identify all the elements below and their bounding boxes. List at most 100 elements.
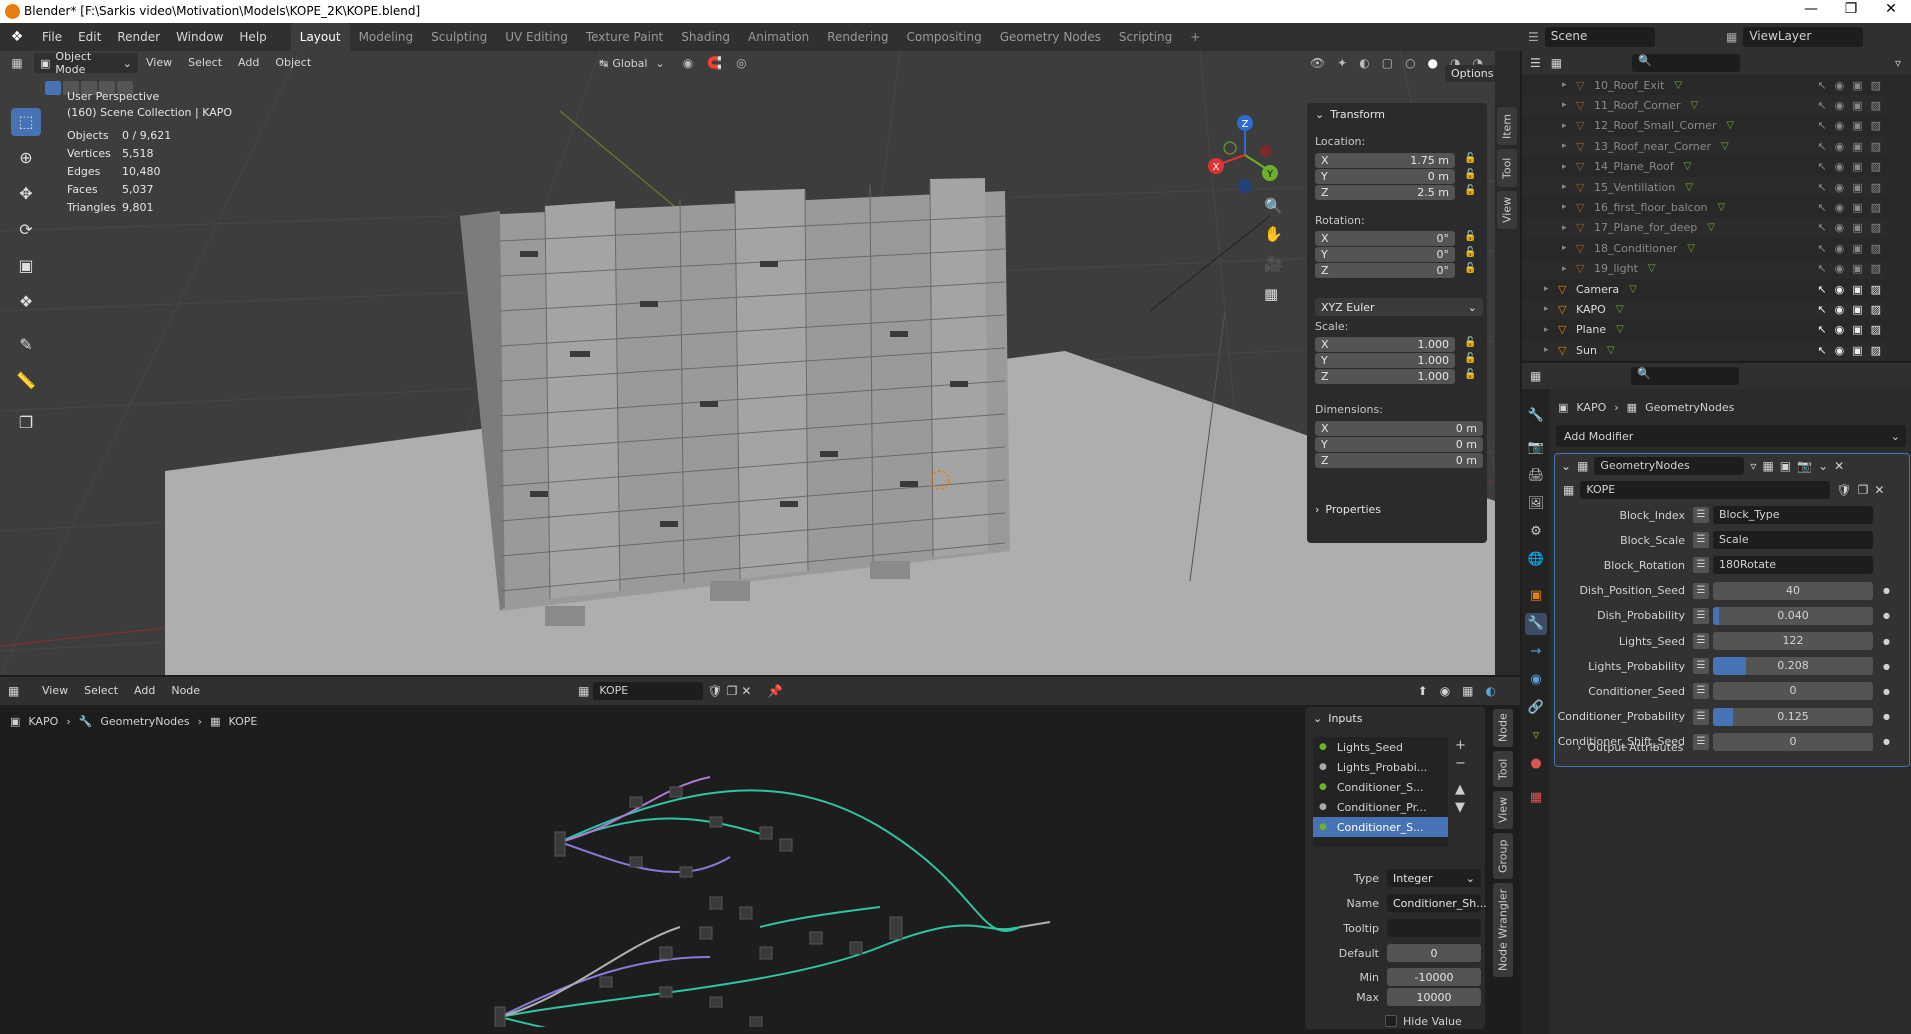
expand-arrow-icon[interactable]: ▸ [1544,345,1558,355]
outliner-item[interactable]: ▸ ▽ 15_Ventillation ▽ ↖ ◉ ▣ ▨ [1522,177,1887,197]
lock-icon[interactable]: 🔓 [1464,185,1476,196]
outliner-item[interactable]: ▸ ▽ 14_Plane_Roof ▽ ↖ ◉ ▣ ▨ [1522,157,1887,177]
viewport-display-icon[interactable]: ▣ [1852,119,1862,132]
dimensions-x-field[interactable]: X 0 m [1315,421,1483,436]
group-input-item[interactable]: ● Conditioner_Pr... [1313,797,1448,817]
visibility-icon[interactable]: ◉ [1835,99,1845,112]
menu-file[interactable]: File [34,23,70,51]
scene-name[interactable]: Scene [1544,27,1655,47]
expand-arrow-icon[interactable]: ▸ [1562,223,1576,233]
keyframe-dot-icon[interactable]: ● [1883,662,1890,671]
select-new-icon[interactable] [45,81,61,95]
rotation-x-field[interactable]: X 0° [1315,231,1455,246]
render-camera-icon[interactable]: ▨ [1871,181,1881,194]
view-layer-name[interactable]: ViewLayer [1743,27,1864,47]
render-toggle-icon[interactable]: 📷 [1797,459,1812,473]
menu-help[interactable]: Help [231,23,274,51]
tab-sculpting[interactable]: Sculpting [422,23,496,51]
visibility-icon[interactable]: ◉ [1835,242,1845,255]
render-camera-icon[interactable]: ▨ [1871,99,1881,112]
ortho-grid-icon[interactable]: ▦ [1264,285,1278,303]
viewport-menu-view[interactable]: View [138,51,180,75]
render-camera-icon[interactable]: ▨ [1871,160,1881,173]
outliner-item[interactable]: ▸ ▽ 11_Roof_Corner ▽ ↖ ◉ ▣ ▨ [1522,95,1887,116]
fake-user-icon[interactable]: 🛡 [707,684,722,698]
outliner-item[interactable]: ▸ ▽ 19_light ▽ ↖ ◉ ▣ ▨ [1522,258,1887,279]
outliner-item[interactable]: ▸ ▽ Plane ▽ ↖ ◉ ▣ ▨ [1522,320,1887,340]
selectable-icon[interactable]: ↖ [1817,262,1826,275]
selectable-icon[interactable]: ↖ [1817,221,1826,234]
selectable-icon[interactable]: ↖ [1817,160,1826,173]
input-value-field[interactable]: Block_Type [1713,506,1873,524]
node-tree-icon[interactable]: ▦ [578,684,589,698]
outliner-item[interactable]: ▸ ▽ 17_Plane_for_deep ▽ ↖ ◉ ▣ ▨ [1522,217,1887,238]
tab-view-strip[interactable]: View [1497,191,1517,229]
tab-compositing[interactable]: Compositing [897,23,990,51]
snap-icon[interactable]: 🧲 [707,56,722,70]
viewport-display-icon[interactable]: ▣ [1852,283,1862,296]
solid-shading-icon[interactable]: ● [1428,56,1438,70]
pan-hand-icon[interactable]: ✋ [1264,225,1283,243]
rotation-y-field[interactable]: Y 0° [1315,247,1455,262]
close-button[interactable]: ✕ [1871,1,1911,17]
type-dropdown[interactable]: Integer ⌄ [1387,869,1481,887]
lock-icon[interactable]: 🔓 [1464,169,1476,180]
hide-value-checkbox[interactable]: Hide Value [1305,1010,1485,1032]
keyframe-dot-icon[interactable]: ● [1883,712,1890,721]
default-field[interactable]: 0 [1387,944,1481,962]
visibility-icon[interactable]: 👁 [1310,56,1325,70]
outliner-item[interactable]: ▸ ▽ 10_Roof_Exit ▽ ↖ ◉ ▣ ▨ [1522,75,1887,95]
viewport-display-icon[interactable]: ▣ [1852,79,1862,92]
lock-icon[interactable]: 🔓 [1464,353,1476,364]
node-graph[interactable] [480,747,1060,1027]
expand-arrow-icon[interactable]: ▸ [1562,100,1576,110]
move-tool-icon[interactable]: ✥ [11,180,41,208]
viewport-display-icon[interactable]: ▣ [1852,140,1862,153]
node-tree-icon[interactable]: ▦ [1563,483,1574,497]
tab-geometry-nodes[interactable]: Geometry Nodes [991,23,1110,51]
snap-mode-icon[interactable]: ▦ [1462,684,1473,698]
fake-user-icon[interactable]: 🛡 [1836,483,1851,497]
visibility-icon[interactable]: ◉ [1835,181,1845,194]
tooltip-field[interactable] [1387,919,1481,937]
visibility-icon[interactable]: ◉ [1835,344,1845,357]
viewport-display-icon[interactable]: ▣ [1852,160,1862,173]
dimensions-z-field[interactable]: Z 0 m [1315,453,1483,468]
selectable-icon[interactable]: ↖ [1817,303,1826,316]
output-properties-icon[interactable]: 🖨 [1525,465,1547,487]
viewport-display-icon[interactable]: ▣ [1852,242,1862,255]
expand-arrow-icon[interactable]: ▸ [1544,325,1558,335]
overlays-icon[interactable]: ◐ [1359,56,1369,70]
physics-properties-icon[interactable]: ◉ [1525,669,1547,691]
keyframe-dot-icon[interactable]: ● [1883,611,1890,620]
editor-type-icon[interactable]: ▦ [0,56,34,70]
input-value-field[interactable]: 0.208 [1713,657,1873,676]
attribute-toggle-icon[interactable]: ☰ [1693,708,1709,725]
viewport-3d[interactable]: ▦ ▣ Object Mode ⌄ View Select Add Object… [0,51,1495,675]
lock-icon[interactable]: 🔓 [1464,231,1476,242]
rotate-tool-icon[interactable]: ⟳ [11,216,41,244]
selectable-icon[interactable]: ↖ [1817,201,1826,214]
transform-tool-icon[interactable]: ❖ [11,288,41,316]
scene-properties-icon[interactable]: ⚙ [1525,521,1547,543]
expand-arrow-icon[interactable]: ▸ [1562,182,1576,192]
menu-render[interactable]: Render [109,23,168,51]
menu-window[interactable]: Window [168,23,231,51]
modifier-properties-icon[interactable]: 🔧 [1525,613,1547,635]
visibility-icon[interactable]: ◉ [1835,221,1845,234]
keyframe-dot-icon[interactable]: ● [1883,737,1890,746]
wireframe-shading-icon[interactable]: ○ [1405,56,1415,70]
edit-mode-toggle-icon[interactable]: ▿ [1750,459,1756,473]
expand-arrow-icon[interactable]: ▸ [1544,284,1558,294]
proportional-edit-icon[interactable]: ◎ [736,56,746,70]
expand-arrow-icon[interactable]: ▸ [1562,264,1576,274]
cage-toggle-icon[interactable]: ▦ [1762,459,1773,473]
modifier-name-field[interactable]: GeometryNodes [1594,457,1745,475]
camera-view-icon[interactable]: 🎥 [1264,255,1283,273]
expand-arrow-icon[interactable]: ▸ [1562,80,1576,90]
attribute-toggle-icon[interactable]: ☰ [1693,733,1709,750]
pivot-icon[interactable]: ◉ [683,56,693,70]
scale-x-field[interactable]: X 1.000 [1315,337,1455,352]
selectable-icon[interactable]: ↖ [1817,181,1826,194]
zoom-icon[interactable]: 🔍 [1264,197,1283,215]
